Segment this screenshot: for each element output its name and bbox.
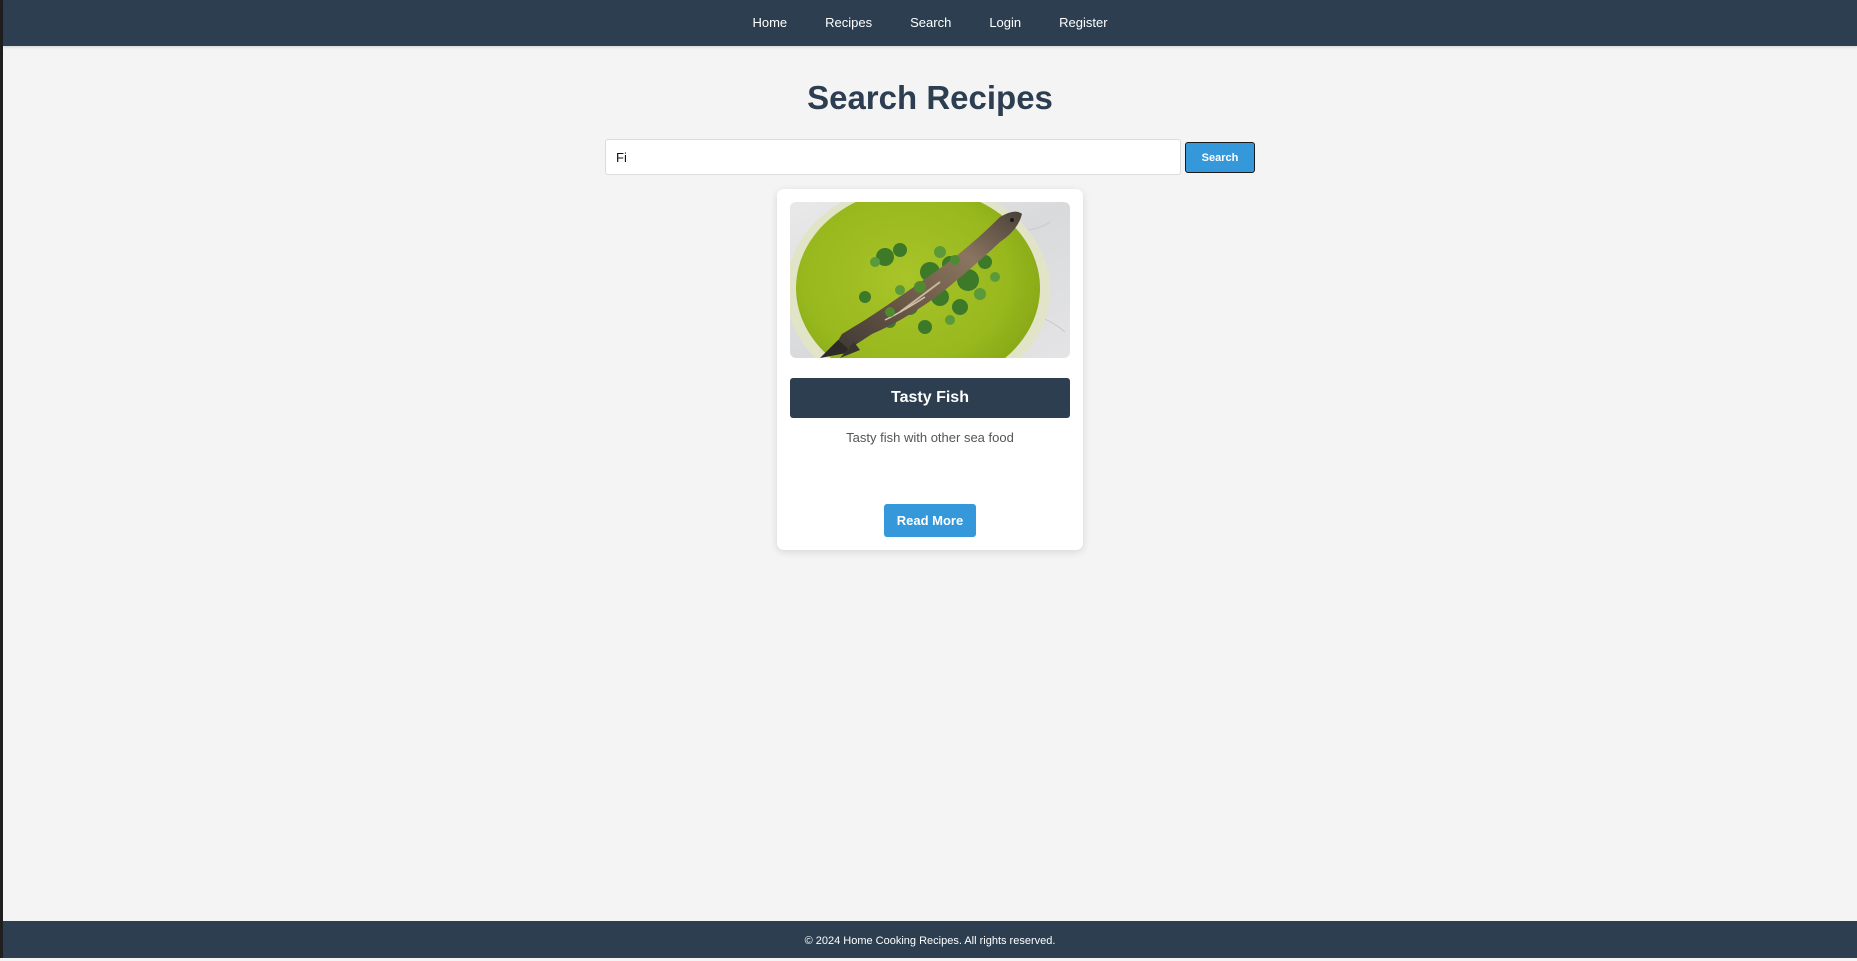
nav-login-link[interactable]: Login xyxy=(970,0,1040,46)
nav-search-link[interactable]: Search xyxy=(891,0,970,46)
recipe-description: Tasty fish with other sea food xyxy=(846,430,1014,445)
window-edge xyxy=(0,0,3,958)
footer-copyright: © 2024 Home Cooking Recipes. All rights … xyxy=(804,935,1056,947)
page-title: Search Recipes xyxy=(807,79,1053,116)
recipe-image xyxy=(790,202,1070,358)
search-button[interactable]: Search xyxy=(1185,142,1255,173)
search-input[interactable] xyxy=(605,139,1181,175)
footer: © 2024 Home Cooking Recipes. All rights … xyxy=(3,921,1857,958)
nav-recipes-link[interactable]: Recipes xyxy=(806,0,891,46)
nav-register-link[interactable]: Register xyxy=(1040,0,1126,46)
top-nav: Home Recipes Search Login Register xyxy=(3,0,1857,46)
recipe-card: Tasty Fish Tasty fish with other sea foo… xyxy=(777,189,1083,550)
read-more-button[interactable]: Read More xyxy=(884,504,976,537)
recipe-title[interactable]: Tasty Fish xyxy=(790,378,1070,418)
nav-home-link[interactable]: Home xyxy=(733,0,806,46)
